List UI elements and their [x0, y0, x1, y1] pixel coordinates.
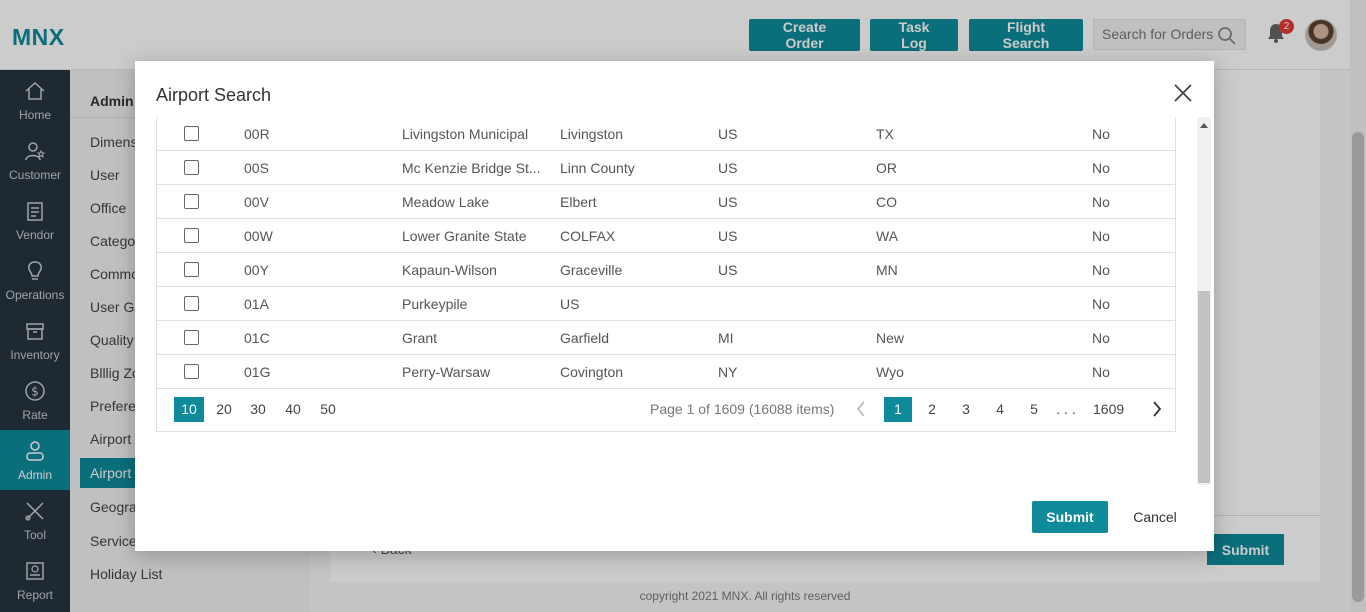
next-page-icon[interactable]: [1151, 400, 1163, 418]
row-checkbox[interactable]: [184, 194, 199, 209]
airport-city: Covington: [560, 364, 624, 380]
page-last[interactable]: 1609: [1093, 397, 1124, 422]
row-checkbox[interactable]: [184, 330, 199, 345]
page-5[interactable]: 5: [1020, 397, 1048, 422]
airport-name: Lower Granite State: [402, 228, 527, 244]
modal-scrollbar[interactable]: [1197, 117, 1211, 485]
pager: 10 20 30 40 50 Page 1 of 1609 (16088 ite…: [157, 387, 1175, 431]
airport-code: 01C: [244, 330, 270, 346]
airport-code: 01A: [244, 296, 269, 312]
airport-country: MI: [718, 330, 734, 346]
page-1[interactable]: 1: [884, 397, 912, 422]
page-4[interactable]: 4: [986, 397, 1014, 422]
airport-city: Graceville: [560, 262, 623, 278]
row-checkbox[interactable]: [184, 126, 199, 141]
airport-city: COLFAX: [560, 228, 616, 244]
airport-code: 01G: [244, 364, 271, 380]
airport-name: Livingston Municipal: [402, 126, 529, 142]
airport-state: WA: [876, 228, 899, 244]
table-row[interactable]: 01C Grant Garfield MI New No: [157, 321, 1175, 355]
airport-state: New: [876, 330, 905, 346]
airport-city: Livingston: [560, 126, 624, 142]
airport-country: US: [718, 160, 738, 176]
page-ellipsis[interactable]: . . .: [1052, 397, 1080, 422]
airport-international: No: [1092, 330, 1110, 346]
airport-name: Kapaun-Wilson: [402, 262, 497, 278]
airport-country: US: [718, 262, 738, 278]
airport-code: 00R: [244, 126, 270, 142]
page-size-40[interactable]: 40: [278, 397, 308, 422]
airport-state: Wyo: [876, 364, 904, 380]
airport-city: US: [560, 296, 580, 312]
prev-page-icon[interactable]: [855, 400, 867, 418]
airport-state: MN: [876, 262, 898, 278]
table-row[interactable]: 00W Lower Granite State COLFAX US WA No: [157, 219, 1175, 253]
table-row[interactable]: 00Y Kapaun-Wilson Graceville US MN No: [157, 253, 1175, 287]
airport-code: 00Y: [244, 262, 269, 278]
airport-city: Linn County: [560, 160, 635, 176]
airport-search-modal: Airport Search 00R Livingston Municipal …: [135, 61, 1214, 551]
airport-name: Purkeypile: [402, 296, 468, 312]
cancel-button[interactable]: Cancel: [1125, 501, 1185, 533]
airport-country: US: [718, 126, 738, 142]
close-icon[interactable]: [1171, 81, 1195, 105]
table-row[interactable]: 00S Mc Kenzie Bridge St... Linn County U…: [157, 151, 1175, 185]
airport-international: No: [1092, 228, 1110, 244]
page-size-30[interactable]: 30: [243, 397, 273, 422]
airport-country: US: [718, 228, 738, 244]
submit-button[interactable]: Submit: [1032, 501, 1108, 533]
airport-code: 00S: [244, 160, 269, 176]
row-checkbox[interactable]: [184, 364, 199, 379]
row-checkbox[interactable]: [184, 228, 199, 243]
table-row[interactable]: 01G Perry-Warsaw Covington NY Wyo No: [157, 355, 1175, 389]
airport-name: Perry-Warsaw: [402, 364, 491, 380]
airport-international: No: [1092, 364, 1110, 380]
page-3[interactable]: 3: [952, 397, 980, 422]
airport-name: Mc Kenzie Bridge St...: [402, 160, 540, 176]
airport-state: CO: [876, 194, 897, 210]
airport-name: Grant: [402, 330, 438, 346]
page-size-10[interactable]: 10: [174, 397, 204, 422]
airport-international: No: [1092, 262, 1110, 278]
airport-international: No: [1092, 160, 1110, 176]
airport-city: Elbert: [560, 194, 597, 210]
page-info: Page 1 of 1609 (16088 items): [650, 401, 835, 417]
table-row[interactable]: 00V Meadow Lake Elbert US CO No: [157, 185, 1175, 219]
airport-name: Meadow Lake: [402, 194, 490, 210]
table-row[interactable]: 01A Purkeypile US No: [157, 287, 1175, 321]
scroll-up-icon[interactable]: [1200, 123, 1208, 128]
row-checkbox[interactable]: [184, 296, 199, 311]
scrollbar-thumb[interactable]: [1198, 291, 1210, 483]
airport-international: No: [1092, 126, 1110, 142]
page-2[interactable]: 2: [918, 397, 946, 422]
airport-grid: 00R Livingston Municipal Livingston US T…: [156, 117, 1176, 432]
airport-code: 00W: [244, 228, 273, 244]
airport-state: TX: [876, 126, 894, 142]
airport-international: No: [1092, 194, 1110, 210]
airport-state: OR: [876, 160, 897, 176]
modal-title: Airport Search: [156, 85, 272, 105]
page-size-50[interactable]: 50: [313, 397, 343, 422]
row-checkbox[interactable]: [184, 262, 199, 277]
airport-country: NY: [718, 364, 738, 380]
table-row[interactable]: 00R Livingston Municipal Livingston US T…: [157, 117, 1175, 151]
airport-international: No: [1092, 296, 1110, 312]
airport-code: 00V: [244, 194, 269, 210]
row-checkbox[interactable]: [184, 160, 199, 175]
page-size-20[interactable]: 20: [209, 397, 239, 422]
airport-city: Garfield: [560, 330, 610, 346]
airport-country: US: [718, 194, 738, 210]
